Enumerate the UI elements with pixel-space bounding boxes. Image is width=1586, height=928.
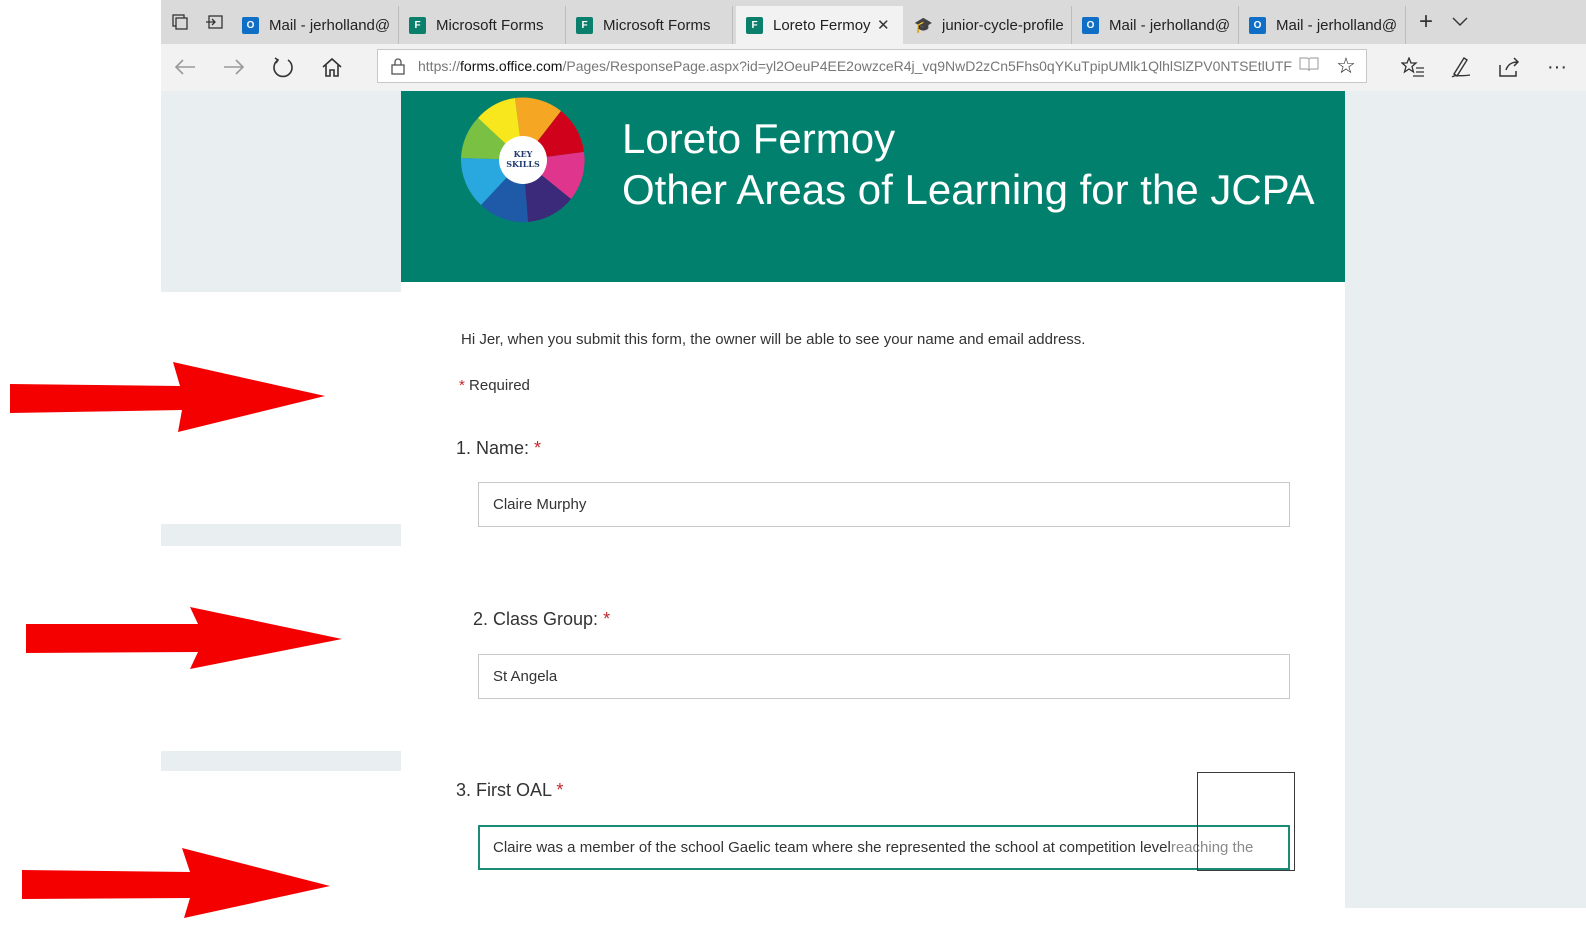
favorites-hub-icon[interactable] — [1397, 52, 1429, 82]
favorite-star-icon[interactable]: ☆ — [1326, 53, 1366, 79]
outlook-icon: O — [1249, 16, 1266, 34]
form-title: Loreto Fermoy Other Areas of Learning fo… — [622, 113, 1315, 215]
pen-icon[interactable] — [1445, 52, 1477, 82]
set-tabs-aside-icon[interactable] — [201, 8, 227, 36]
required-label: Required — [469, 377, 530, 394]
class-group-input[interactable]: St Angela — [478, 654, 1290, 699]
browser-tab[interactable]: 🎓 junior-cycle-profile — [905, 6, 1072, 44]
page-background-left-strip — [161, 524, 401, 546]
page-background-left-strip — [161, 751, 401, 771]
browser-tab-active[interactable]: F Loreto Fermoy ✕ — [736, 6, 903, 44]
logo-text-key: KEY — [514, 149, 533, 159]
page-background-right — [1345, 91, 1586, 908]
first-oal-input[interactable]: Claire was a member of the school Gaelic… — [478, 825, 1290, 870]
more-options-icon[interactable]: ··· — [1541, 52, 1573, 82]
forms-icon: F — [409, 16, 426, 34]
form-subtitle: Other Areas of Learning for the JCPA — [622, 166, 1315, 213]
outlook-icon: O — [242, 16, 259, 34]
page-background-left — [161, 91, 401, 292]
refresh-icon[interactable] — [267, 52, 299, 82]
privacy-notice: Hi Jer, when you submit this form, the o… — [461, 331, 1086, 348]
share-icon[interactable] — [1493, 52, 1525, 82]
graduation-cap-icon: 🎓 — [914, 17, 933, 34]
reading-view-icon[interactable] — [1292, 56, 1326, 77]
browser-tab[interactable]: O Mail - jerholland@ — [1239, 6, 1406, 44]
browser-tab[interactable]: F Microsoft Forms — [399, 6, 566, 44]
question-2-label: 2. Class Group: * — [473, 609, 611, 629]
required-note: * Required — [459, 377, 530, 394]
key-skills-logo: KEY SKILLS — [459, 96, 587, 224]
tab-manager-icon[interactable] — [167, 8, 193, 36]
new-tab-icon[interactable]: + — [1413, 8, 1439, 36]
outlook-icon: O — [1082, 16, 1099, 34]
page-margin — [0, 0, 161, 928]
browser-tab[interactable]: O Mail - jerholland@ — [1072, 6, 1239, 44]
school-name: Loreto Fermoy — [622, 115, 896, 162]
form-header: KEY SKILLS Loreto Fermoy Other Areas of … — [401, 91, 1345, 282]
browser-tab[interactable]: O Mail - jerholland@ — [232, 6, 399, 44]
forms-icon: F — [746, 16, 763, 34]
red-arrow-icon — [26, 607, 342, 669]
forward-icon[interactable] — [218, 52, 250, 82]
browser-tab[interactable]: F Microsoft Forms — [566, 6, 733, 44]
annotation-box — [1197, 772, 1295, 871]
question-1-label: 1. Name: * — [456, 438, 542, 458]
name-input[interactable]: Claire Murphy — [478, 482, 1290, 527]
red-arrow-icon — [22, 848, 330, 918]
logo-text-skills: SKILLS — [506, 159, 540, 169]
home-icon[interactable] — [316, 52, 348, 82]
required-star: * — [459, 377, 465, 394]
back-icon[interactable] — [169, 52, 201, 82]
address-bar[interactable]: https://forms.office.com/Pages/ResponseP… — [377, 49, 1367, 83]
chevron-down-icon[interactable] — [1447, 8, 1473, 36]
question-3-label: 3. First OAL * — [456, 780, 564, 800]
lock-icon — [378, 57, 418, 75]
forms-icon: F — [576, 16, 593, 34]
tab-bar: O Mail - jerholland@ F Microsoft Forms F… — [161, 0, 1586, 44]
browser-chrome: O Mail - jerholland@ F Microsoft Forms F… — [161, 0, 1586, 92]
close-tab-icon[interactable]: ✕ — [877, 16, 897, 34]
url-text: https://forms.office.com/Pages/ResponseP… — [418, 58, 1292, 74]
navigation-bar: https://forms.office.com/Pages/ResponseP… — [161, 44, 1586, 92]
red-arrow-icon — [10, 362, 325, 432]
